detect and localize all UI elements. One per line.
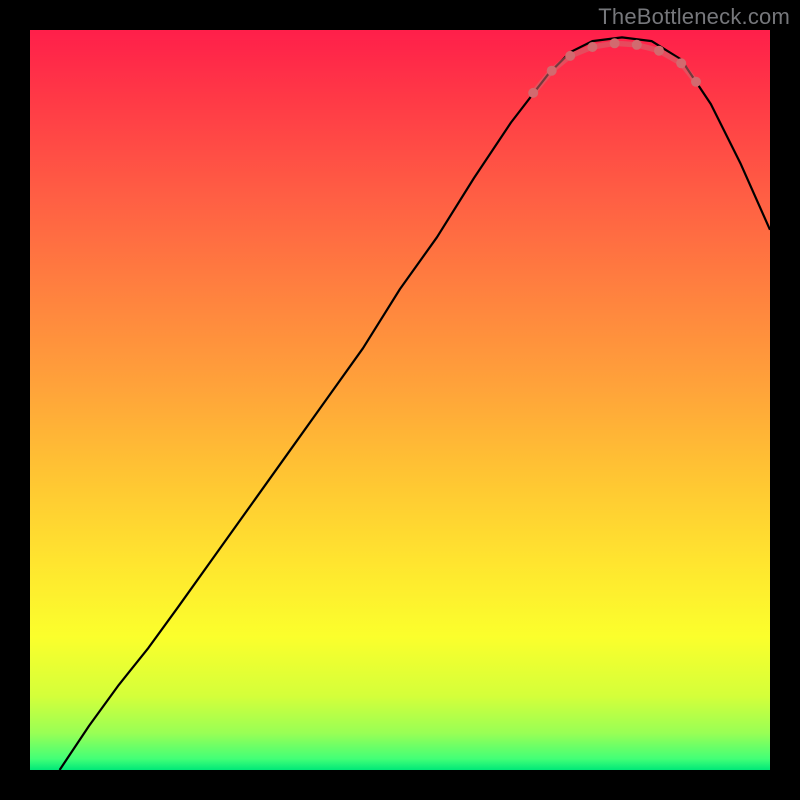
bottleneck-chart bbox=[0, 0, 800, 800]
chart-container: { "watermark": "TheBottleneck.com", "cha… bbox=[0, 0, 800, 800]
gradient-background bbox=[30, 30, 770, 770]
optimal-connector bbox=[592, 43, 614, 47]
optimal-connector bbox=[615, 43, 637, 45]
watermark-text: TheBottleneck.com bbox=[598, 4, 790, 30]
